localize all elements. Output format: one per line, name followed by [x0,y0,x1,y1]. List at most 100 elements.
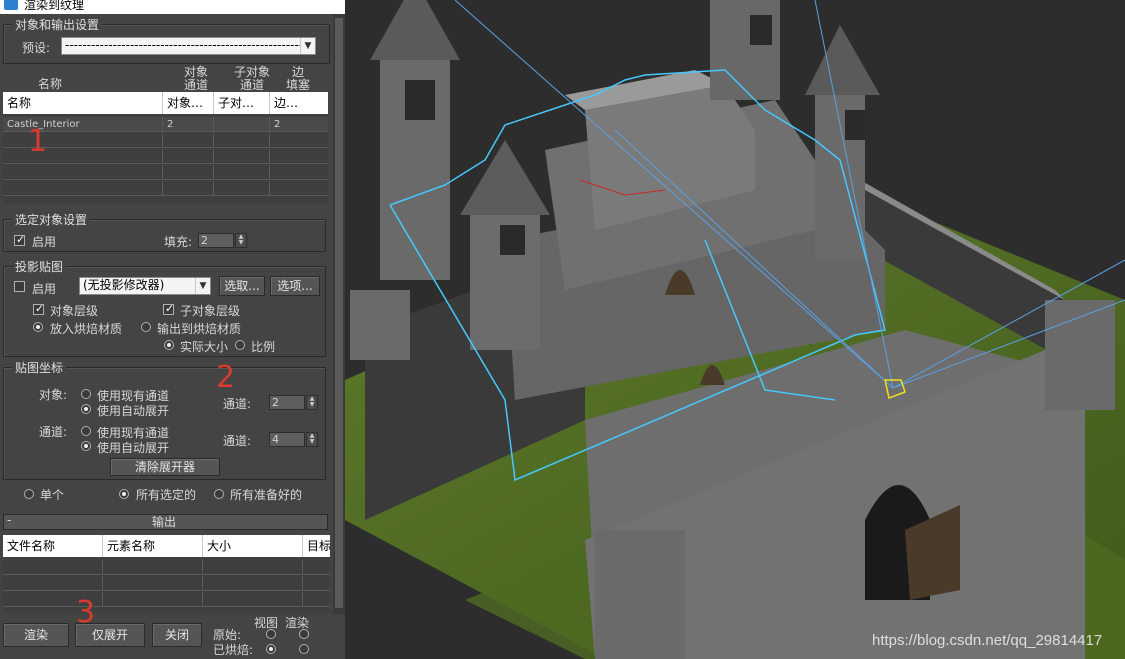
subobj-auto-unwrap-radio[interactable] [81,441,91,451]
castle-scene [345,0,1125,659]
chevron-down-icon: ▼ [195,278,210,294]
projection-enable-label: 启用 [32,282,57,296]
scope-all-prepared-label: 所有准备好的 [230,488,303,502]
3d-viewport[interactable]: https://blog.csdn.net/qq_29814417 [345,0,1125,659]
subobj-use-existing-radio[interactable] [81,426,91,436]
output-row-empty[interactable] [3,560,330,575]
spinner-arrows-icon[interactable]: ▲ ▼ [235,233,247,248]
subobj-auto-unwrap-label: 使用自动展开 [97,441,170,455]
object-channel-value: 2 [272,396,279,409]
spinner-arrows-icon[interactable]: ▲ ▼ [306,395,318,410]
scope-all-prepared-radio[interactable] [214,489,224,499]
clear-unwrapper-button[interactable]: 清除展开器 [110,458,220,476]
th-obj[interactable]: 对象… [163,92,214,114]
padding-value: 2 [201,234,208,247]
modifier-value: (无投影修改器) [83,278,165,292]
output-rollout-title: 输出 [152,515,177,529]
output-to-baked-radio[interactable] [141,322,151,332]
objects-table: 名称 对象… 子对… 边… Castle_Interior 2 2 [3,92,328,204]
view-label: 视图 [254,616,279,630]
put-to-baked-radio[interactable] [33,322,43,332]
object-channel-spinner[interactable]: 2 ▲ ▼ [269,395,318,410]
th-size[interactable]: 大小 [203,535,303,557]
corner-tower-right [1045,300,1115,410]
baked-render-radio[interactable] [299,644,309,654]
col-header-edge-padding: 边 填塞 [285,65,310,92]
col-header-subobj-channel: 子对象 通道 [233,65,270,92]
panel-scrollbar[interactable] [333,14,345,614]
group-title: 贴图坐标 [12,359,67,376]
cell-name: Castle_Interior [3,117,163,132]
output-rollout-header[interactable]: - 输出 [3,513,328,530]
table-row-empty[interactable] [3,181,328,196]
projection-modifier-dropdown[interactable]: (无投影修改器) ▼ [79,277,211,295]
rollout-minus-icon: - [7,513,12,527]
subobject-level-label: 子对象层级 [180,304,241,318]
table-row-empty[interactable] [3,165,328,180]
output-table: 文件名称 元素名称 大小 目标 [3,535,330,613]
proportion-radio[interactable] [235,340,245,350]
put-to-baked-label: 放入烘焙材质 [50,322,123,336]
table-row-empty[interactable] [3,149,328,164]
original-render-radio[interactable] [299,629,309,639]
proportion-label: 比例 [251,340,276,354]
chevron-down-icon: ▼ [300,38,315,54]
object-label: 对象: [39,388,68,402]
actual-size-label: 实际大小 [180,340,229,354]
options-button[interactable]: 选项... [270,276,320,296]
col-header-obj-channel: 对象 通道 [183,65,208,92]
object-level-checkbox[interactable] [33,302,44,315]
render-button[interactable]: 渲染 [3,623,69,647]
subobject-level-checkbox[interactable] [163,302,174,315]
close-button[interactable]: 关闭 [152,623,202,647]
enable-checkbox[interactable] [14,233,25,246]
subobj-channel-spinner[interactable]: 4 ▲ ▼ [269,432,318,447]
app-icon [4,0,18,10]
pick-button[interactable]: 选取... [219,276,265,296]
object-level-label: 对象层级 [50,304,99,318]
scope-single-label: 单个 [40,488,65,502]
output-row-empty[interactable] [3,576,330,591]
group-title: 对象和输出设置 [12,16,103,33]
scope-single-radio[interactable] [24,489,34,499]
th-name[interactable]: 名称 [3,92,163,114]
actual-size-radio[interactable] [164,340,174,350]
object-use-existing-radio[interactable] [81,389,91,399]
subobj-channel-value: 4 [272,433,279,446]
th-edge[interactable]: 边… [270,92,328,114]
window-titlebar: 渲染到纹理 [0,0,345,14]
annotation-mark-1: 1 [28,124,48,159]
cell-obj: 2 [163,117,214,132]
baked-label: 已烘焙: [213,643,254,657]
render-to-texture-panel: 渲染到纹理 对象和输出设置 预设: ----------------------… [0,0,345,659]
baked-view-radio[interactable] [266,644,276,654]
object-channel-label: 通道: [223,397,252,411]
group-title: 投影贴图 [12,258,67,275]
th-element-name[interactable]: 元素名称 [103,535,203,557]
th-target[interactable]: 目标 [303,535,330,557]
projection-enable-checkbox[interactable] [14,281,25,292]
channel-label: 通道: [39,425,68,439]
output-table-header: 文件名称 元素名称 大小 目标 [3,535,330,557]
scope-all-selected-radio[interactable] [119,489,129,499]
objects-table-header: 名称 对象… 子对… 边… [3,92,328,114]
cell-edge: 2 [274,119,281,130]
object-auto-unwrap-label: 使用自动展开 [97,404,170,418]
padding-label: 填充: [164,235,193,249]
th-file-name[interactable]: 文件名称 [3,535,103,557]
table-row[interactable]: Castle_Interior 2 2 [3,117,328,132]
scope-all-selected-label: 所有选定的 [136,488,197,502]
th-subobj[interactable]: 子对… [214,92,270,114]
corner-tower-left [350,290,410,360]
preset-dropdown[interactable]: ----------------------------------------… [61,37,316,55]
scrollbar-thumb[interactable] [335,18,343,608]
output-row-empty[interactable] [3,592,330,607]
spinner-arrows-icon[interactable]: ▲ ▼ [306,432,318,447]
preset-label: 预设: [22,41,51,55]
table-row-empty[interactable] [3,133,328,148]
original-view-radio[interactable] [266,629,276,639]
output-to-baked-label: 输出到烘焙材质 [157,322,242,336]
annotation-mark-3: 3 [76,595,96,630]
object-auto-unwrap-radio[interactable] [81,404,91,414]
padding-spinner[interactable]: 2 ▲ ▼ [198,233,247,248]
